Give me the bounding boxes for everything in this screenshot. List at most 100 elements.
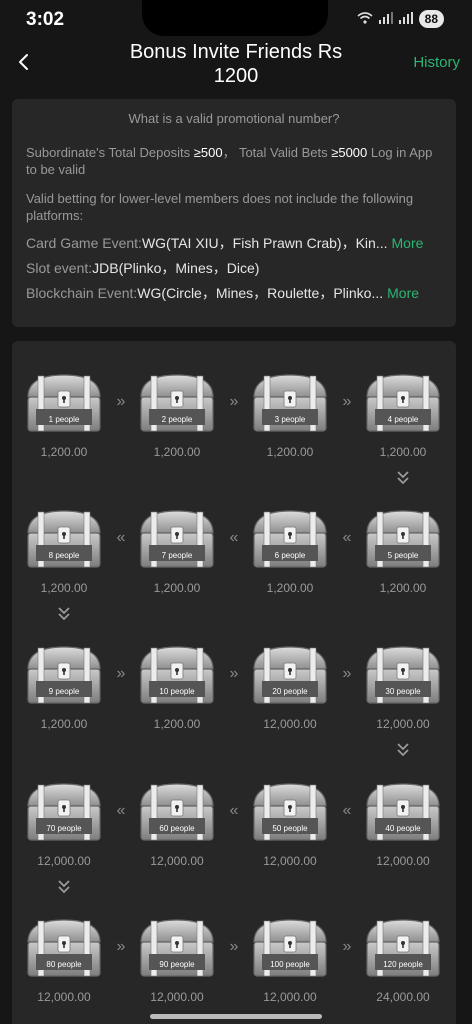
chest-people-label: 7 people: [161, 551, 193, 560]
reward-chest[interactable]: 100 people 12,000.00: [248, 916, 332, 1016]
chest-people-label: 50 people: [272, 824, 308, 833]
chest-people-label: 6 people: [274, 551, 306, 560]
chevron-right-icon: »: [342, 665, 352, 682]
treasure-chest-icon: [140, 646, 214, 704]
chest-people-label: 30 people: [385, 687, 421, 696]
chest-reward-amount: 12,000.00: [37, 854, 91, 868]
treasure-chest-icon: [140, 374, 214, 432]
reward-chest[interactable]: 70 people 12,000.00: [22, 780, 106, 880]
chest-reward-amount: 1,200.00: [40, 445, 88, 459]
chest-reward-amount: 12,000.00: [263, 990, 317, 1004]
treasure-chest-icon: [253, 646, 327, 704]
chest-reward-amount: 1,200.00: [379, 581, 427, 595]
platform-label: Blockchain Event:: [26, 284, 138, 301]
platform-value: WG(TAI XIU，Fish Prawn Crab)，Kin...: [141, 234, 388, 251]
reward-chest[interactable]: 120 people 24,000.00: [361, 916, 445, 1016]
chevron-down-icon: [393, 741, 413, 764]
platform-row-slot: Slot event: JDB(Plinko，Mines，Dice): [26, 255, 442, 280]
treasure-chest-icon: [366, 783, 440, 841]
platform-value: WG(Circle，Mines，Roulette，Plinko...: [137, 284, 384, 301]
treasure-chest-icon: [253, 919, 327, 977]
reward-chest[interactable]: 3 people 1,200.00: [248, 371, 332, 471]
chest-people-label: 2 people: [161, 415, 193, 424]
chest-reward-amount: 1,200.00: [153, 445, 201, 459]
reward-chest[interactable]: 6 people 1,200.00: [248, 507, 332, 607]
chevron-left-icon: «: [116, 802, 126, 819]
more-link[interactable]: More: [392, 235, 424, 251]
chevron-down-icon: [54, 605, 74, 628]
reward-chest[interactable]: 9 people 1,200.00: [22, 643, 106, 743]
treasure-chest-icon: [253, 374, 327, 432]
reward-chest[interactable]: 80 people 12,000.00: [22, 916, 106, 1016]
chest-reward-amount: 12,000.00: [150, 854, 204, 868]
excluded-note: Valid betting for lower-level members do…: [26, 191, 414, 223]
treasure-chest-icon: [366, 919, 440, 977]
chevron-right-icon: »: [116, 665, 126, 682]
wifi-icon: [357, 11, 373, 27]
reward-chest[interactable]: 5 people 1,200.00: [361, 507, 445, 607]
reward-chest[interactable]: 40 people 12,000.00: [361, 780, 445, 880]
reward-chest[interactable]: 60 people 12,000.00: [135, 780, 219, 880]
reward-chest[interactable]: 30 people 12,000.00: [361, 643, 445, 743]
chevron-right-icon: »: [342, 393, 352, 410]
chest-people-label: 60 people: [159, 824, 195, 833]
reward-chest[interactable]: 8 people 1,200.00: [22, 507, 106, 607]
camera-notch: [142, 0, 328, 36]
treasure-chest-icon: [140, 919, 214, 977]
chest-reward-amount: 12,000.00: [37, 990, 91, 1004]
treasure-chest-icon: [27, 646, 101, 704]
chevron-left-icon: «: [229, 529, 239, 546]
page-title: Bonus Invite Friends Rs 1200: [129, 41, 343, 87]
back-arrow-icon: [19, 54, 28, 70]
chest-reward-amount: 1,200.00: [153, 717, 201, 731]
rule-deposit: ≥500: [193, 145, 223, 160]
chevron-left-icon: «: [229, 802, 239, 819]
chevron-right-icon: »: [116, 393, 126, 410]
battery-icon: 88: [418, 10, 444, 28]
chest-people-label: 40 people: [385, 824, 421, 833]
reward-chest[interactable]: 20 people 12,000.00: [248, 643, 332, 743]
reward-chest[interactable]: 2 people 1,200.00: [135, 371, 219, 471]
rules-card: What is a valid promotional number? Subo…: [12, 99, 456, 327]
treasure-chest-icon: [27, 783, 101, 841]
chevron-right-icon: »: [229, 938, 239, 955]
chest-people-label: 3 people: [274, 415, 306, 424]
more-link[interactable]: More: [387, 285, 419, 301]
status-time: 3:02: [26, 9, 65, 30]
chest-reward-amount: 12,000.00: [376, 854, 430, 868]
reward-chest[interactable]: 90 people 12,000.00: [135, 916, 219, 1016]
reward-chest[interactable]: 4 people 1,200.00: [361, 371, 445, 471]
chest-reward-amount: 12,000.00: [150, 990, 204, 1004]
chevron-down-icon: [54, 878, 74, 901]
reward-chest[interactable]: 10 people 1,200.00: [135, 643, 219, 743]
chest-reward-amount: 1,200.00: [40, 717, 88, 731]
treasure-chest-icon: [366, 374, 440, 432]
history-link[interactable]: History: [413, 54, 460, 71]
chevron-right-icon: »: [116, 938, 126, 955]
chevron-right-icon: »: [229, 665, 239, 682]
chest-people-label: 90 people: [159, 960, 195, 969]
chevron-left-icon: «: [116, 529, 126, 546]
treasure-chest-icon: [253, 510, 327, 568]
page-header: Bonus Invite Friends Rs 1200 History: [0, 38, 472, 92]
chest-reward-amount: 12,000.00: [263, 854, 317, 868]
chest-people-label: 5 people: [387, 551, 419, 560]
reward-chest[interactable]: 1 people 1,200.00: [22, 371, 106, 471]
treasure-chest-icon: [27, 374, 101, 432]
status-icons: 88: [357, 10, 444, 28]
home-indicator: [150, 1014, 322, 1019]
reward-chest[interactable]: 50 people 12,000.00: [248, 780, 332, 880]
signal-icon-2: [398, 11, 413, 27]
chest-reward-amount: 12,000.00: [376, 717, 430, 731]
chest-people-label: 20 people: [272, 687, 308, 696]
treasure-chest-icon: [366, 646, 440, 704]
chevron-right-icon: »: [342, 938, 352, 955]
chest-people-label: 9 people: [48, 687, 80, 696]
chevron-down-icon: [393, 469, 413, 492]
chest-reward-amount: 24,000.00: [376, 990, 430, 1004]
back-button[interactable]: [12, 50, 36, 74]
reward-chest[interactable]: 7 people 1,200.00: [135, 507, 219, 607]
chest-people-label: 8 people: [48, 551, 80, 560]
status-bar: 3:02 88: [0, 0, 472, 38]
platform-label: Card Game Event:: [26, 234, 142, 251]
